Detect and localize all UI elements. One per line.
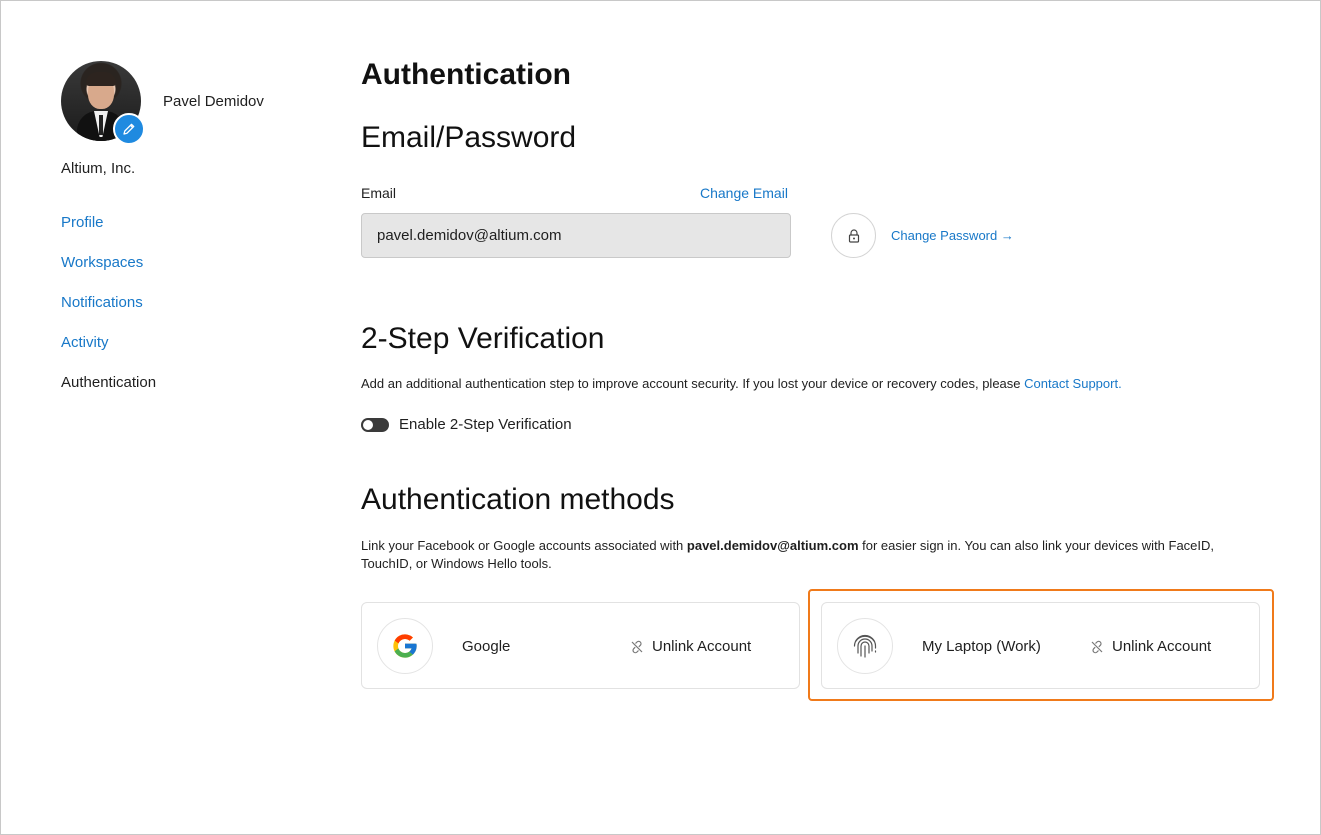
email-password-heading: Email/Password xyxy=(361,121,577,154)
change-password-link[interactable]: Change Password → xyxy=(891,228,1014,243)
user-name: Pavel Demidov xyxy=(163,93,264,110)
auth-methods-heading: Authentication methods xyxy=(361,483,675,516)
two-step-heading: 2-Step Verification xyxy=(361,322,605,355)
lock-button[interactable] xyxy=(831,213,876,258)
google-icon xyxy=(393,634,417,658)
google-unlink-label: Unlink Account xyxy=(652,638,752,655)
toggle-knob xyxy=(363,420,373,430)
two-step-description-text: Add an additional authentication step to… xyxy=(361,376,1025,391)
lock-icon xyxy=(848,228,859,243)
sidebar-item-notifications[interactable]: Notifications xyxy=(61,294,156,334)
google-icon-circle xyxy=(377,618,433,674)
pencil-icon xyxy=(123,123,135,135)
edit-avatar-button[interactable] xyxy=(113,113,145,145)
auth-methods-desc-prefix: Link your Facebook or Google accounts as… xyxy=(361,538,687,553)
two-step-description: Add an additional authentication step to… xyxy=(361,375,1122,393)
sidebar-item-workspaces[interactable]: Workspaces xyxy=(61,254,156,294)
two-step-toggle[interactable] xyxy=(361,418,389,432)
contact-support-link[interactable]: Contact Support. xyxy=(1024,376,1122,391)
change-email-link[interactable]: Change Email xyxy=(700,185,788,201)
auth-methods-desc-email: pavel.demidov@altium.com xyxy=(686,538,859,553)
page-title: Authentication xyxy=(361,58,571,91)
highlight-box xyxy=(808,589,1274,701)
two-step-toggle-label: Enable 2-Step Verification xyxy=(399,416,572,433)
sidebar-item-authentication[interactable]: Authentication xyxy=(61,374,156,414)
sidebar-nav: Profile Workspaces Notifications Activit… xyxy=(61,214,156,414)
google-unlink-button[interactable]: Unlink Account xyxy=(630,638,751,655)
email-field[interactable] xyxy=(361,213,791,258)
avatar-hair xyxy=(86,72,116,86)
avatar-tie xyxy=(99,115,103,135)
window-frame xyxy=(0,0,1321,835)
google-card-title: Google xyxy=(462,638,511,655)
auth-methods-description: Link your Facebook or Google accounts as… xyxy=(361,537,1261,573)
sidebar-item-activity[interactable]: Activity xyxy=(61,334,156,374)
unlink-icon xyxy=(631,640,643,653)
organization-name: Altium, Inc. xyxy=(61,160,136,177)
google-auth-card: Google Unlink Account xyxy=(361,602,800,689)
email-label: Email xyxy=(361,185,397,201)
sidebar-item-profile[interactable]: Profile xyxy=(61,214,156,254)
